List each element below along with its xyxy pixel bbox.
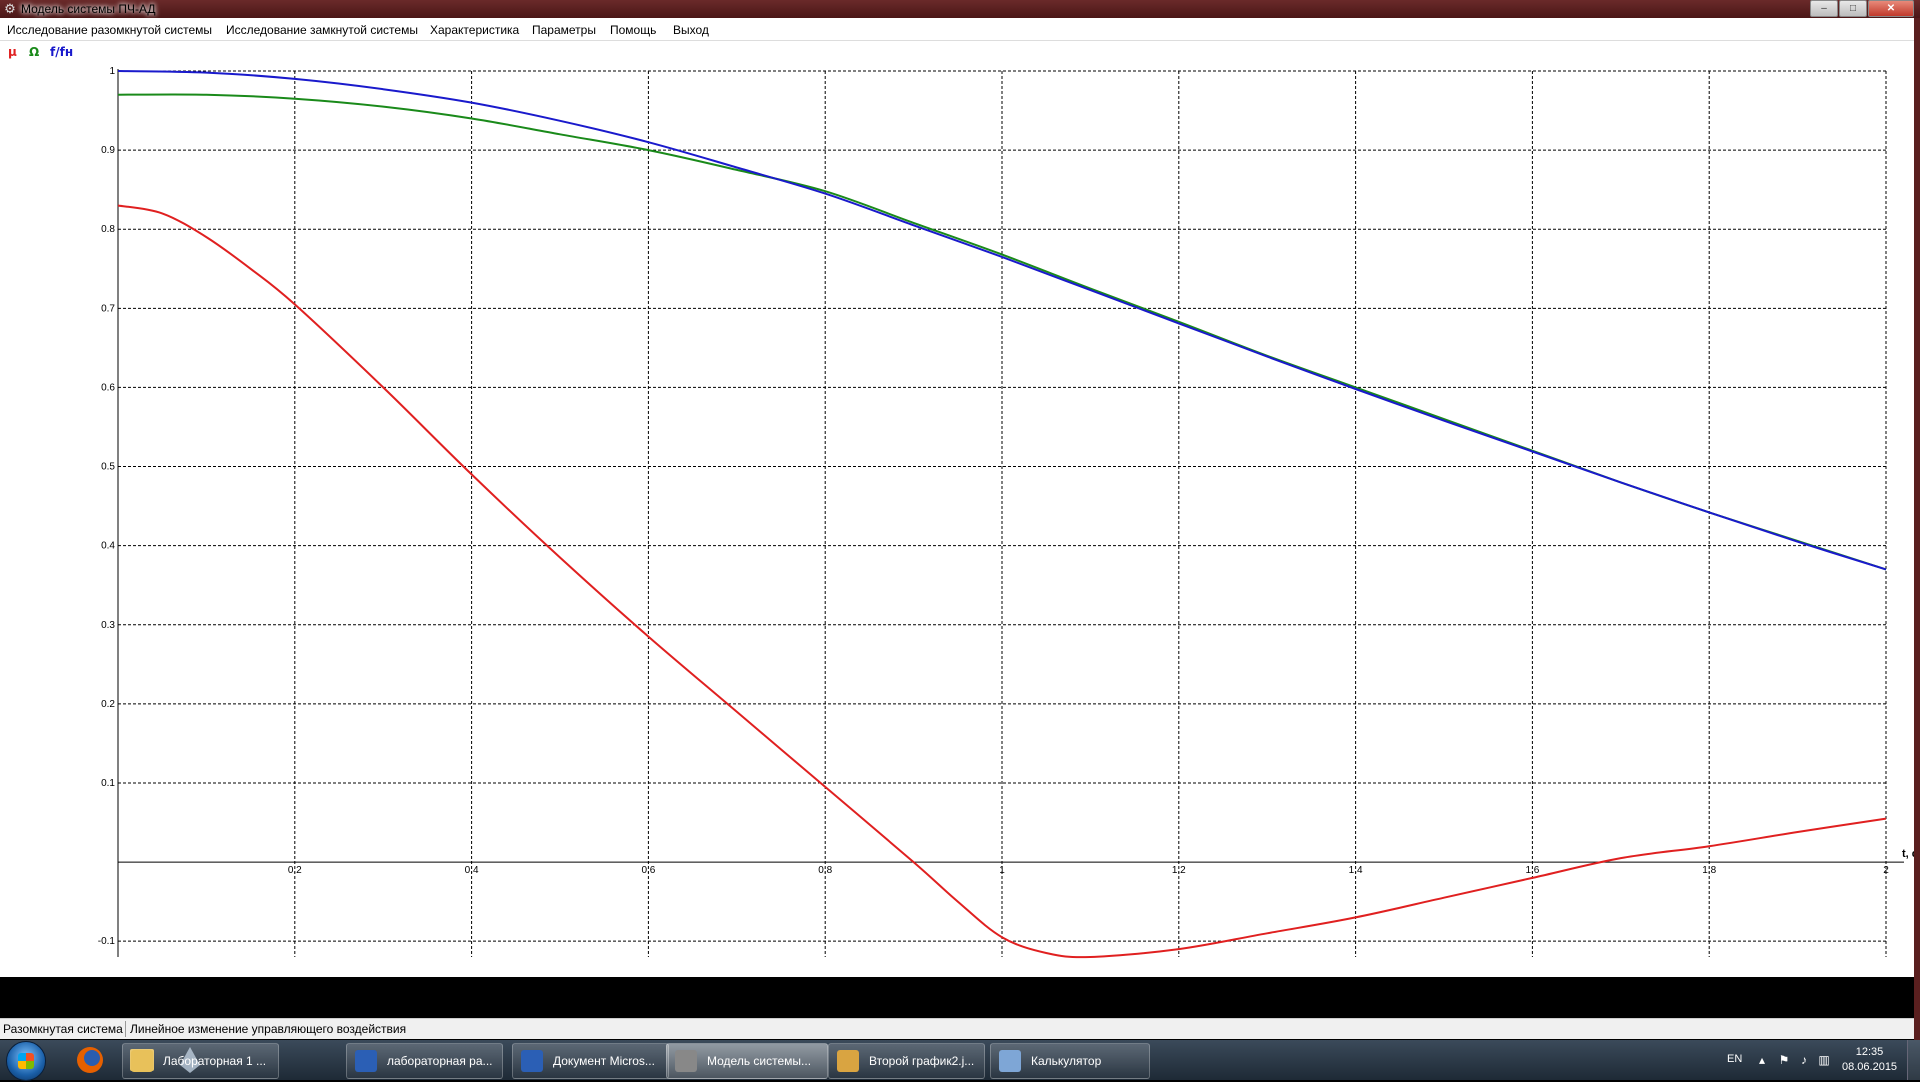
legend-item: f/fн: [50, 45, 73, 59]
menu-bar: Исследование разомкнутой системы Исследо…: [0, 18, 1920, 41]
taskbar-button[interactable]: Модель системы...: [666, 1043, 828, 1079]
network-icon[interactable]: ▥: [1817, 1053, 1831, 1067]
system-tray: EN ▴ ⚑ ♪ ▥ 12:35 08.06.2015: [1620, 1040, 1920, 1080]
legend-item: Ω: [29, 45, 39, 59]
menu-exit[interactable]: Выход: [673, 23, 709, 37]
status-description: Линейное изменение управляющего воздейст…: [130, 1022, 407, 1036]
window-title: Модель системы ПЧ-АД: [21, 2, 156, 16]
gear-icon: ⚙: [4, 1, 16, 16]
x-tick-label: 0.4: [465, 865, 479, 876]
taskbar: Лабораторная 1 ... лабораторная ра... Доку…: [0, 1040, 1920, 1081]
firefox-pinned-icon[interactable]: [66, 1043, 114, 1077]
taskbar-button-label: лабораторная ра...: [387, 1054, 493, 1068]
status-separator: [125, 1021, 126, 1037]
calculator-icon: [999, 1050, 1021, 1072]
title-bar: ⚙ Модель системы ПЧ-АД ‒ □ ✕: [0, 0, 1920, 18]
taskbar-button[interactable]: Лабораторная 1 ...: [122, 1043, 279, 1079]
taskbar-button-label: Документ Micros...: [553, 1054, 655, 1068]
start-button[interactable]: [6, 1041, 46, 1081]
status-bar: Разомкнутая система Линейное изменение у…: [0, 1018, 1920, 1039]
y-tick-label: 0.5: [101, 462, 115, 473]
tick-labels: 0.2 0.4 0.6 0.8 1 1.2 1.4 1.6 1.8 2 1 0.9 0.8 0.7 0.6 0…: [98, 66, 1914, 947]
taskbar-button[interactable]: Документ Micros...: [512, 1043, 669, 1079]
folder-icon: [131, 1050, 153, 1072]
tray-expand-icon[interactable]: ▴: [1755, 1053, 1769, 1067]
taskbar-button[interactable]: Калькулятор: [990, 1043, 1150, 1079]
legend-item: μ: [8, 45, 17, 59]
gear-icon: [675, 1050, 697, 1072]
y-tick-label: 0.8: [101, 224, 115, 235]
word-icon: [355, 1050, 377, 1072]
x-tick-label: 2: [1883, 865, 1889, 876]
grid: [118, 70, 1887, 957]
menu-characteristic[interactable]: Характеристика: [430, 23, 519, 37]
clock-time: 12:35: [1855, 1046, 1884, 1058]
taskbar-button-label: Второй график2.j...: [869, 1054, 975, 1068]
window-frame-right: [1914, 18, 1920, 1040]
x-tick-label: 1: [999, 865, 1005, 876]
paint-icon: [837, 1050, 859, 1072]
word-icon: [521, 1050, 543, 1072]
taskbar-button-label: Калькулятор: [1031, 1054, 1102, 1068]
maximize-button[interactable]: □: [1839, 0, 1867, 17]
y-tick-label: 1: [109, 66, 115, 77]
window-controls: ‒ □ ✕: [1809, 0, 1914, 17]
menu-open-system[interactable]: Исследование разомкнутой системы: [7, 23, 212, 37]
close-button[interactable]: ✕: [1868, 0, 1914, 17]
axes: [117, 69, 1904, 957]
y-tick-label: 0.6: [101, 382, 115, 393]
show-desktop-button[interactable]: [1907, 1040, 1920, 1080]
flag-icon[interactable]: ⚑: [1777, 1053, 1791, 1067]
menu-closed-system[interactable]: Исследование замкнутой системы: [226, 23, 418, 37]
x-tick-label: 0.6: [641, 865, 655, 876]
clock-date: 08.06.2015: [1842, 1061, 1898, 1073]
taskbar-button[interactable]: лабораторная ра...: [346, 1043, 503, 1079]
menu-help[interactable]: Помощь: [610, 23, 656, 37]
taskbar-button[interactable]: Второй график2.j...: [828, 1043, 985, 1079]
taskbar-button-label: Модель системы...: [707, 1054, 812, 1068]
y-tick-label: 0.2: [101, 699, 115, 710]
y-tick-label: 0.9: [101, 145, 115, 156]
menu-parameters[interactable]: Параметры: [532, 23, 596, 37]
status-mode: Разомкнутая система: [3, 1022, 123, 1036]
x-tick-label: 1.4: [1349, 865, 1363, 876]
language-indicator[interactable]: EN: [1727, 1053, 1742, 1065]
x-tick-label: 1.2: [1172, 865, 1186, 876]
volume-icon[interactable]: ♪: [1797, 1053, 1811, 1067]
windows-logo-icon: [18, 1053, 34, 1069]
legend: μ Ωf/fн: [8, 45, 73, 59]
clock[interactable]: 12:35 08.06.2015: [1842, 1045, 1897, 1075]
y-tick-label: 0.1: [101, 778, 115, 789]
taskbar-button-label: Лабораторная 1 ...: [163, 1054, 267, 1068]
y-tick-label: 0.4: [101, 541, 115, 552]
x-tick-label: 0.2: [288, 865, 302, 876]
series-line-frequency: [117, 70, 1887, 571]
y-tick-label: 0.7: [101, 303, 115, 314]
x-tick-label: 1.6: [1525, 865, 1539, 876]
y-tick-label: 0.3: [101, 620, 115, 631]
minimize-button[interactable]: ‒: [1810, 0, 1838, 17]
x-tick-label: 1.8: [1702, 865, 1716, 876]
x-axis-label: t, c: [1902, 848, 1914, 860]
y-tick-label: -0.1: [98, 936, 116, 947]
chart: μ Ωf/fн 0.2 0.4 0.6 0.8 1 1.2 1.4 1.6 1.8 2 1 0.9 0.8…: [8, 45, 1914, 959]
x-tick-label: 0.8: [818, 865, 832, 876]
